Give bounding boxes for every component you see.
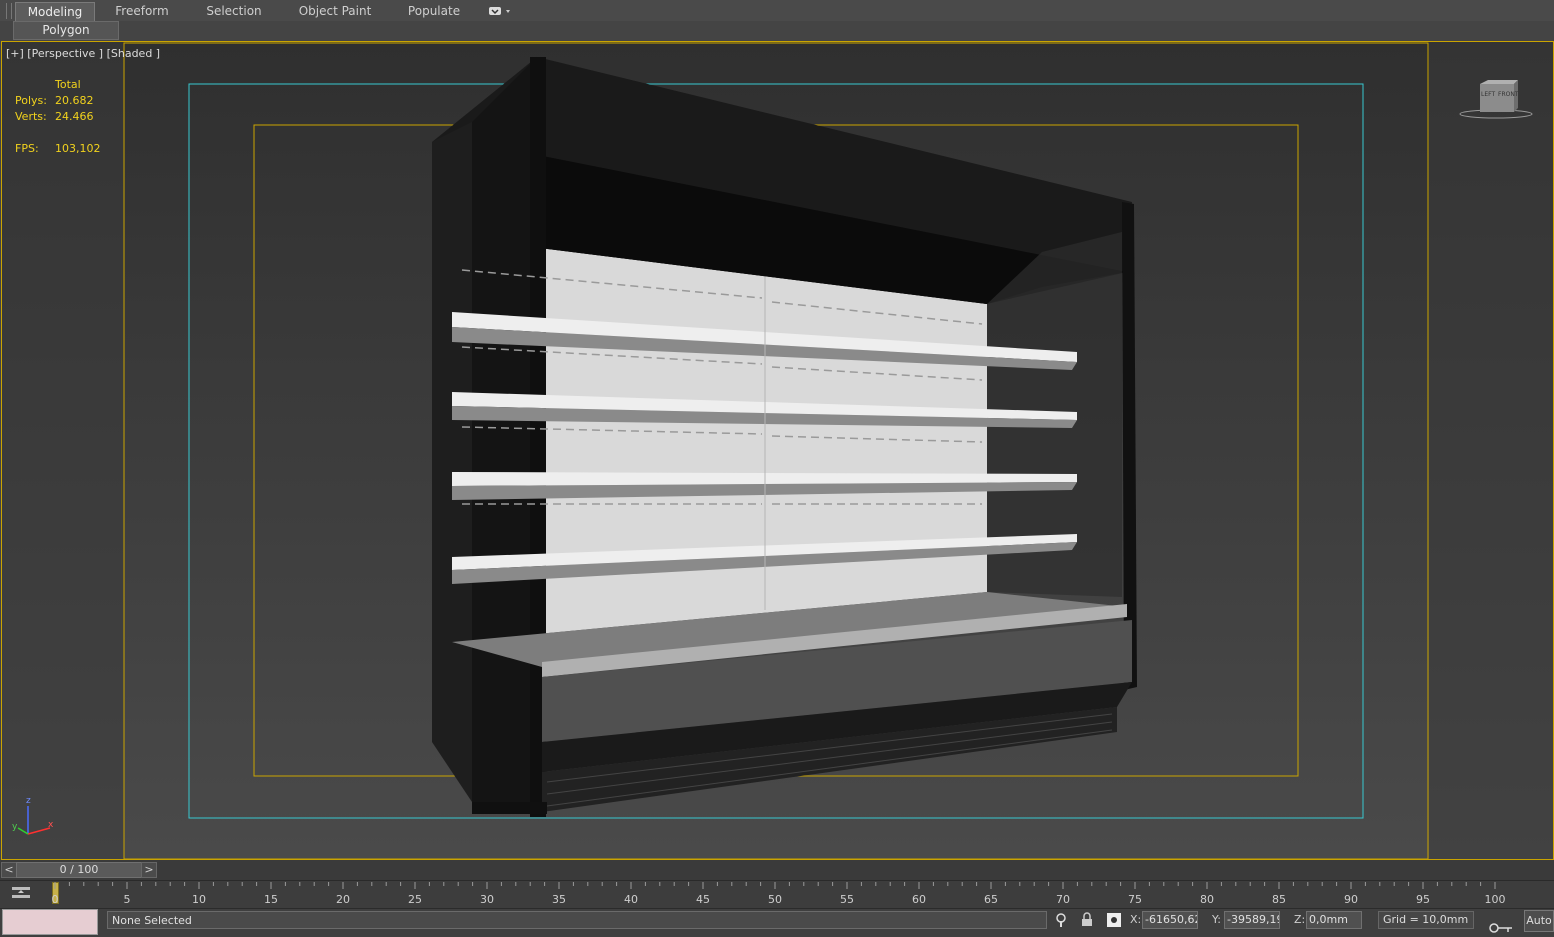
display-case-model <box>432 57 1137 817</box>
fps-label: FPS: <box>15 142 39 155</box>
x-coord-label: X: <box>1130 913 1142 926</box>
viewport-scene <box>2 42 1553 859</box>
z-coord-label: Z: <box>1294 913 1306 926</box>
track-tick-label: 35 <box>552 893 566 906</box>
track-ticks: 0 5 10 15 20 25 30 35 40 45 50 55 60 65 70 75 80 85 90 95 10… <box>52 882 1506 906</box>
track-tick-label: 95 <box>1416 893 1430 906</box>
time-slider-bar <box>0 860 1554 880</box>
maxscript-listener-swatch[interactable] <box>2 909 98 935</box>
lock-selection-icon[interactable] <box>1080 912 1094 928</box>
verts-label: Verts: <box>15 110 47 123</box>
viewport-label-menu[interactable]: [+] [Perspective ] [Shaded ] <box>6 47 160 60</box>
viewcube[interactable]: LEFT FRONT <box>1456 80 1536 120</box>
track-tick-label: 30 <box>480 893 494 906</box>
viewcube-icon <box>1459 80 1533 119</box>
stats-header: Total <box>55 78 81 91</box>
track-bar[interactable]: 0 5 10 15 20 25 30 35 40 45 50 55 60 65 70 75 80 85 90 95 10… <box>0 880 1554 908</box>
track-tick-label: 70 <box>1056 893 1070 906</box>
x-coord-field[interactable]: -61650,625 <box>1142 911 1198 929</box>
y-coord-label: Y: <box>1212 913 1221 926</box>
track-tick-label: 60 <box>912 893 926 906</box>
tab-selection[interactable]: Selection <box>194 2 274 20</box>
status-prompt: None Selected <box>107 911 1047 929</box>
track-tick-label: 25 <box>408 893 422 906</box>
ribbon-grip[interactable] <box>6 3 12 19</box>
tab-populate[interactable]: Populate <box>400 2 468 20</box>
polys-label: Polys: <box>15 94 47 107</box>
tab-modeling[interactable]: Modeling <box>15 2 95 21</box>
set-key-icon[interactable] <box>1488 920 1514 934</box>
viewcube-front-label[interactable]: FRONT <box>1498 91 1519 98</box>
isolate-selection-icon[interactable] <box>1054 912 1068 928</box>
next-frame-button[interactable]: > <box>141 862 157 878</box>
z-coord-field[interactable]: 0,0mm <box>1306 911 1362 929</box>
time-slider[interactable]: 0 / 100 <box>16 862 142 878</box>
ribbon-panel-bar <box>0 21 1554 40</box>
track-tick-label: 40 <box>624 893 638 906</box>
track-tick-label: 65 <box>984 893 998 906</box>
track-tick-label: 50 <box>768 893 782 906</box>
ribbon-tabs: Modeling Freeform Selection Object Paint… <box>0 0 1554 22</box>
track-tick-label: 10 <box>192 893 206 906</box>
viewcube-left-label[interactable]: LEFT <box>1481 91 1495 98</box>
track-tick-label: 0 <box>52 893 59 906</box>
tab-object-paint[interactable]: Object Paint <box>292 2 378 20</box>
transform-mode-icon[interactable] <box>1106 912 1122 928</box>
track-tick-label: 75 <box>1128 893 1142 906</box>
grid-size-readout: Grid = 10,0mm <box>1378 911 1474 929</box>
axis-label-y: y <box>12 822 18 832</box>
track-tick-label: 5 <box>124 893 131 906</box>
verts-value: 24.466 <box>55 110 94 123</box>
tab-freeform[interactable]: Freeform <box>103 2 181 20</box>
auto-key-button[interactable]: Auto <box>1524 910 1554 932</box>
fps-value: 103,102 <box>55 142 101 155</box>
track-tick-label: 20 <box>336 893 350 906</box>
perspective-viewport[interactable]: z x y LEFT FRONT <box>1 41 1554 860</box>
track-tick-label: 100 <box>1485 893 1506 906</box>
polygon-modeling-button[interactable]: Polygon Modeling <box>13 21 119 54</box>
track-tick-label: 45 <box>696 893 710 906</box>
axis-label-z: z <box>26 796 31 806</box>
y-coord-field[interactable]: -39589,199 <box>1224 911 1280 929</box>
track-tick-label: 85 <box>1272 893 1286 906</box>
track-tick-label: 90 <box>1344 893 1358 906</box>
ribbon-options-dropdown-icon[interactable] <box>488 5 514 17</box>
track-tick-label: 55 <box>840 893 854 906</box>
prev-frame-button[interactable]: < <box>1 862 17 878</box>
track-tick-label: 15 <box>264 893 278 906</box>
axis-label-x: x <box>48 820 54 830</box>
polys-value: 20.682 <box>55 94 94 107</box>
track-tick-label: 80 <box>1200 893 1214 906</box>
